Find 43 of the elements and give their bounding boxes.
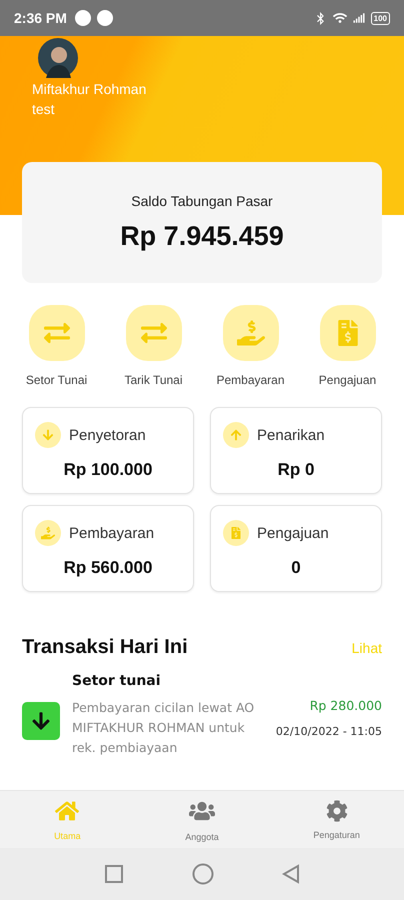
transaction-date: 02/10/2022 - 11:05: [276, 725, 382, 738]
status-time: 2:36 PM: [14, 10, 67, 26]
hand-coin-icon: [41, 526, 55, 540]
transfer-icon: [140, 320, 166, 346]
arrow-down-icon: [42, 429, 54, 441]
document-icon: [230, 527, 242, 539]
transaction-description: Pembayaran cicilan lewat AO MIFTAKHUR ROHMAN untuk rek. pembiayaan: [72, 699, 256, 757]
nav-tab[interactable]: Pengaturan: [269, 791, 404, 848]
recents-icon[interactable]: [104, 864, 124, 884]
stat-value: Rp 560.000: [62, 558, 154, 578]
balance-amount: Rp 7.945.459: [120, 221, 284, 252]
user-subtitle: test: [32, 101, 55, 117]
stat-label: Penarikan: [257, 426, 325, 444]
transfer-icon: [44, 320, 70, 346]
battery-level: 100: [370, 12, 390, 24]
quick-action-button[interactable]: Setor Tunai: [8, 305, 105, 387]
stat-label: Pengajuan: [257, 524, 329, 542]
hand-coin-icon: [236, 319, 264, 347]
section-title: Transaksi Hari Ini: [22, 636, 188, 659]
quick-action-button[interactable]: Pembayaran: [202, 305, 299, 387]
notification-icon: [74, 10, 91, 26]
stat-value: Rp 0: [276, 460, 316, 480]
stat-label: Penyetoran: [69, 426, 146, 444]
balance-label: Saldo Tabungan Pasar: [131, 193, 273, 209]
quick-action-button[interactable]: Tarik Tunai: [105, 305, 202, 387]
deposit-icon: [22, 702, 60, 740]
transaction-amount: Rp 280.000: [310, 698, 382, 713]
quick-action-button[interactable]: Pengajuan: [299, 305, 396, 387]
avatar: [38, 38, 78, 78]
wifi-icon: [332, 11, 347, 25]
user-name: Miftakhur Rohman: [32, 81, 146, 97]
notification-icon: [96, 10, 113, 26]
settings-icon: [326, 800, 348, 822]
nav-tab[interactable]: Anggota: [134, 791, 270, 848]
stat-value: Rp 100.000: [62, 460, 154, 480]
back-icon[interactable]: [282, 864, 300, 884]
stat-value: 0: [290, 558, 302, 578]
stat-label: Pembayaran: [69, 524, 154, 542]
arrow-up-icon: [230, 429, 242, 441]
transaction-type: Setor tunai: [72, 673, 162, 689]
home-icon: [55, 798, 80, 822]
signal-icon: [352, 12, 365, 24]
home-circle-icon[interactable]: [192, 863, 214, 885]
